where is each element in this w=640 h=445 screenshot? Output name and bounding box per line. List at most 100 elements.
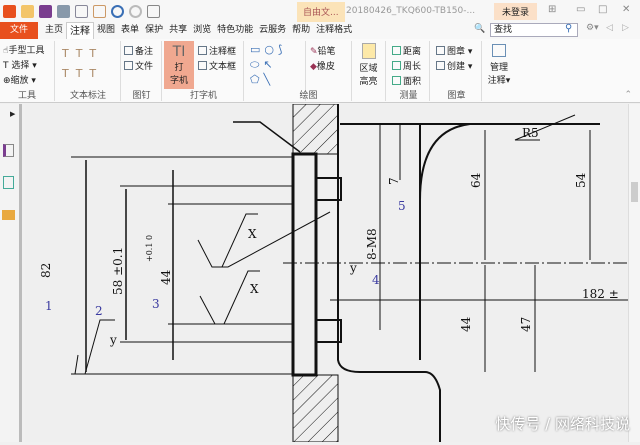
- dim-182: 182 ±: [582, 287, 619, 301]
- shape-icons-row1[interactable]: ▭○⟆: [250, 43, 286, 56]
- zoom-tool-button[interactable]: ⊕缩放 ▾: [3, 73, 36, 86]
- note-button[interactable]: 备注: [124, 44, 153, 57]
- perimeter-icon: [392, 61, 401, 70]
- distance-icon: [392, 46, 401, 55]
- watermark: 快传号 / 网络科技说: [495, 415, 630, 433]
- print-icon[interactable]: [57, 4, 70, 18]
- group-stamp: 图章 ▾ 创建 ▾ 图章: [432, 41, 482, 101]
- dim-r5: R5: [522, 126, 539, 140]
- dim-54: 54: [574, 172, 588, 188]
- menu-view[interactable]: 视图: [94, 22, 118, 39]
- tab-active-doc[interactable]: 自由文...: [297, 2, 345, 22]
- settings-icon[interactable]: ⚙▾: [586, 23, 599, 33]
- pencil-button[interactable]: ✎铅笔: [310, 44, 336, 57]
- menu-features[interactable]: 特色功能: [214, 22, 256, 39]
- flange-outline: [291, 152, 318, 377]
- find-icon: 🔍: [474, 24, 486, 34]
- minimize-icon[interactable]: ▭: [576, 4, 585, 15]
- document-canvas[interactable]: 82 58 ±0.1 44 +0.1 0 1 2 3 4 5 X X y y 8…: [25, 103, 640, 443]
- group-label: 绘图: [299, 91, 318, 101]
- manage-icon: [492, 44, 506, 57]
- callout-icon: [198, 46, 207, 55]
- undo-icon[interactable]: [111, 4, 124, 18]
- document-title[interactable]: 20180426_TKQ600-TB150-...: [346, 6, 475, 16]
- engineering-drawing: 82 58 ±0.1 44 +0.1 0 1 2 3 4 5 X X y y 8…: [39, 103, 640, 443]
- group-label: 测量: [399, 91, 418, 101]
- menu-form[interactable]: 表单: [118, 22, 142, 39]
- menu-protect[interactable]: 保护: [142, 22, 166, 39]
- close-icon[interactable]: ✕: [622, 4, 630, 15]
- label-x2: X: [250, 282, 259, 296]
- shape-icons-row2[interactable]: ⬭↖: [250, 58, 277, 72]
- group-text-markup: T T T T T T 文本标注: [56, 41, 121, 101]
- label-y2: y: [349, 261, 357, 275]
- dim-58: 58 ±0.1: [111, 247, 125, 295]
- left-sidebar: ▶: [0, 104, 22, 442]
- title-bar: 自由文... 20180426_TKQ600-TB150-... 未登录 ⊞ ▭…: [0, 0, 640, 22]
- app-logo-icon: [3, 4, 16, 18]
- collapse-ribbon-icon[interactable]: ⌃: [624, 90, 632, 100]
- save-icon[interactable]: [39, 4, 52, 18]
- bookmarks-icon[interactable]: [3, 176, 14, 189]
- menu-annotation-format[interactable]: 注释格式: [313, 22, 355, 39]
- redo-icon[interactable]: [129, 4, 142, 18]
- note-icon: [124, 46, 133, 55]
- typewriter-icon: TI: [172, 44, 186, 60]
- group-label: 打字机: [189, 91, 217, 101]
- menu-share[interactable]: 共享: [166, 22, 190, 39]
- group-label: 文本标注: [69, 91, 106, 101]
- login-button[interactable]: 未登录: [494, 3, 538, 20]
- manage-annotations-button[interactable]: 管理 注释▾: [484, 41, 514, 101]
- stamp-icon: [436, 46, 445, 55]
- grid-icon[interactable]: ⊞: [548, 4, 556, 15]
- menu-browse[interactable]: 浏览: [190, 22, 214, 39]
- select-tool-button[interactable]: T 选择 ▾: [3, 58, 37, 71]
- menu-cloud[interactable]: 云服务: [256, 22, 289, 39]
- menu-annotate[interactable]: 注释: [66, 21, 95, 40]
- expand-arrow-icon[interactable]: ▶: [10, 110, 15, 118]
- dim-82: 82: [39, 263, 53, 278]
- strikeout-icon[interactable]: T T T: [62, 67, 96, 80]
- label-5: 5: [398, 199, 406, 213]
- group-typewriter: TI 打 字机 注释框 文本框 打字机: [164, 41, 244, 101]
- label-4: 4: [372, 273, 380, 287]
- scan-icon[interactable]: [75, 4, 88, 18]
- hatch-top: [292, 103, 339, 155]
- hand-tool-button[interactable]: ☝手型工具: [3, 43, 45, 56]
- menu-home[interactable]: 主页: [42, 22, 66, 39]
- vertical-scrollbar[interactable]: [628, 104, 640, 442]
- maximize-icon[interactable]: □: [598, 4, 607, 15]
- eraser-icon: ◆: [310, 62, 317, 72]
- prev-icon[interactable]: ◁: [606, 23, 613, 33]
- area-icon: [392, 76, 401, 85]
- group-label: 图钉: [132, 91, 151, 101]
- label-x1: X: [248, 227, 257, 241]
- comments-icon[interactable]: [2, 210, 15, 220]
- label-y1: y: [109, 333, 117, 347]
- create-icon: [436, 61, 445, 70]
- group-measure: 距离 周长 面积 测量: [388, 41, 430, 101]
- next-icon[interactable]: ▷: [622, 23, 629, 33]
- area-button[interactable]: 面积: [392, 74, 421, 87]
- file-attach-button[interactable]: 文件: [124, 59, 153, 72]
- new-icon[interactable]: [93, 4, 106, 18]
- textbox-button[interactable]: 文本框: [198, 59, 236, 72]
- dim-47: 47: [519, 317, 533, 332]
- typewriter-button[interactable]: TI 打 字机: [164, 41, 194, 89]
- distance-button[interactable]: 距离: [392, 44, 421, 57]
- open-icon[interactable]: [21, 4, 34, 18]
- label-2: 2: [95, 304, 103, 318]
- perimeter-button[interactable]: 周长: [392, 59, 421, 72]
- hand-dropdown-icon[interactable]: [147, 4, 160, 18]
- pages-icon[interactable]: [3, 144, 14, 157]
- menu-help[interactable]: 帮助: [289, 22, 313, 39]
- stamp-button[interactable]: 图章 ▾: [436, 44, 472, 57]
- menu-file[interactable]: 文件: [0, 22, 39, 39]
- search-icon[interactable]: ⚲: [565, 23, 572, 34]
- callout-button[interactable]: 注释框: [198, 44, 236, 57]
- shape-icons-row3[interactable]: ⬠╲: [250, 73, 274, 86]
- create-stamp-button[interactable]: 创建 ▾: [436, 59, 472, 72]
- area-highlight-button[interactable]: 区域 高亮: [352, 41, 386, 101]
- highlight-icon[interactable]: T T T: [62, 47, 96, 60]
- eraser-button[interactable]: ◆橡皮: [310, 59, 335, 72]
